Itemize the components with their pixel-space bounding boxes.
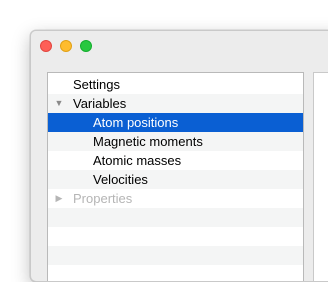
tree-item-atom-positions[interactable]: Atom positions bbox=[48, 113, 303, 132]
tree-item-label: Atom positions bbox=[93, 115, 179, 130]
tree-empty-row bbox=[48, 265, 303, 281]
minimize-window-button[interactable] bbox=[60, 40, 72, 52]
tree-item-magnetic-moments[interactable]: Magnetic moments bbox=[48, 132, 303, 151]
tree-item-label: Settings bbox=[73, 77, 120, 92]
tree-item-label: Velocities bbox=[93, 172, 148, 187]
tree-item-label: Properties bbox=[73, 191, 133, 206]
title-bar[interactable] bbox=[31, 31, 328, 61]
tree-item-label: Variables bbox=[73, 96, 127, 111]
tree-item-velocities[interactable]: Velocities bbox=[48, 170, 303, 189]
zoom-window-button[interactable] bbox=[80, 40, 92, 52]
tree-empty-row bbox=[48, 246, 303, 265]
detail-panel bbox=[313, 72, 328, 281]
tree-empty-row bbox=[48, 208, 303, 227]
outline-tree[interactable]: Settings ▼ Variables Atom positions Magn… bbox=[47, 72, 304, 281]
tree-item-label: Atomic masses bbox=[93, 153, 182, 168]
close-window-button[interactable] bbox=[40, 40, 52, 52]
disclosure-expanded-icon[interactable]: ▼ bbox=[53, 94, 65, 113]
desktop: Settings ▼ Variables Atom positions Magn… bbox=[0, 0, 328, 282]
app-window: Settings ▼ Variables Atom positions Magn… bbox=[30, 30, 328, 282]
disclosure-collapsed-icon[interactable]: ▶ bbox=[53, 189, 65, 208]
tree-item-settings[interactable]: Settings bbox=[48, 75, 303, 94]
tree-item-atomic-masses[interactable]: Atomic masses bbox=[48, 151, 303, 170]
tree-item-label: Magnetic moments bbox=[93, 134, 203, 149]
tree-empty-row bbox=[48, 227, 303, 246]
tree-item-variables[interactable]: ▼ Variables bbox=[48, 94, 303, 113]
tree-item-properties[interactable]: ▶ Properties bbox=[48, 189, 303, 208]
